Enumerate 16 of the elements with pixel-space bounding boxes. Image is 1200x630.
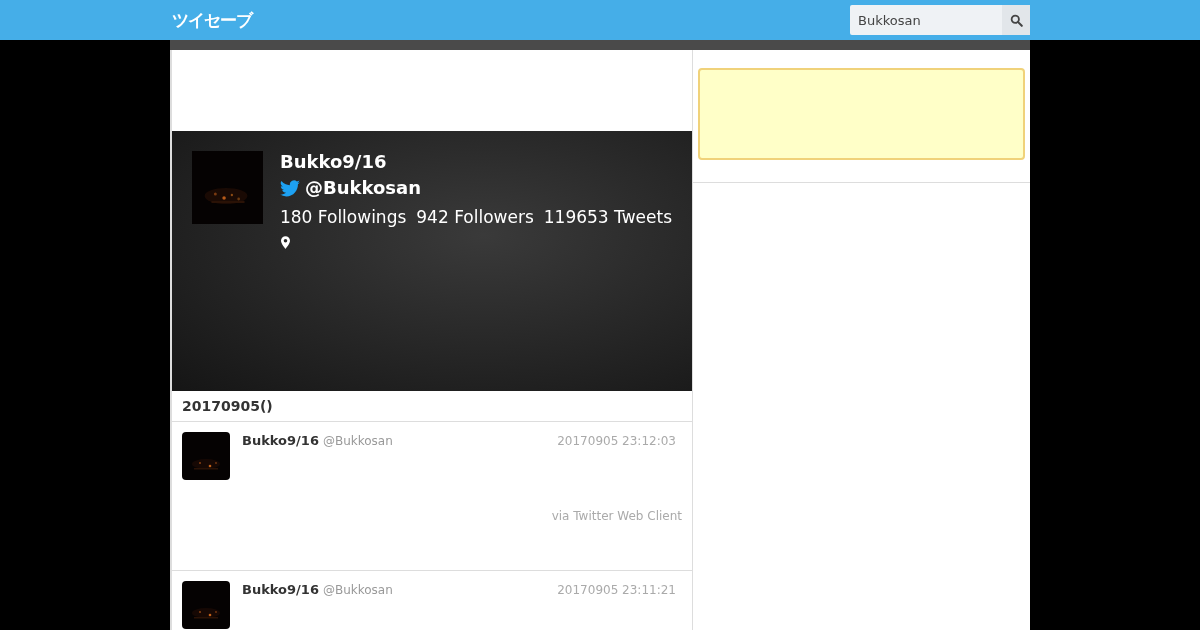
location-pin-icon xyxy=(280,236,290,249)
profile-handle[interactable]: @Bukkosan xyxy=(304,174,421,202)
tweet-handle: @Bukkosan xyxy=(322,433,393,450)
date-heading: 20170905() xyxy=(172,391,692,422)
tweet-handle: @Bukkosan xyxy=(322,582,393,599)
tweet-author[interactable]: Bukko9/16 xyxy=(242,432,319,450)
followers-count[interactable]: 942 Followers xyxy=(416,202,534,232)
followings-count[interactable]: 180 Followings xyxy=(279,202,407,232)
bird-icon xyxy=(279,179,300,197)
search-button[interactable] xyxy=(1002,5,1030,35)
profile-name: Bukko9/16 xyxy=(279,150,388,174)
search-icon xyxy=(1009,13,1023,27)
tweet-source: via Twitter Web Client xyxy=(550,509,682,523)
tweet-author[interactable]: Bukko9/16 xyxy=(242,581,319,599)
search-field[interactable]: Bukkosan xyxy=(850,5,1002,35)
tweets-count: 119653 Tweets xyxy=(543,206,672,229)
